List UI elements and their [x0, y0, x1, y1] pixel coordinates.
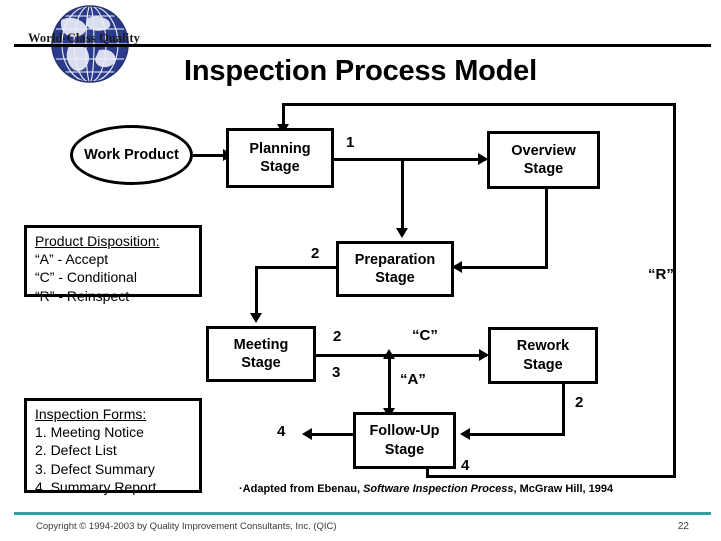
node-work-product[interactable]: Work Product [70, 125, 193, 185]
node-followup-stage[interactable]: Follow-Up Stage [353, 412, 456, 469]
edge-label-conditional: “C” [412, 327, 438, 344]
citation-title: Software Inspection Process [363, 483, 514, 495]
edge-label-accept: “A” [400, 371, 426, 388]
arrowhead-into-preparation-top [396, 228, 408, 238]
edge-meeting-rework [316, 354, 487, 357]
edge-label-rework-out: 2 [575, 394, 584, 411]
node-planning-stage-label: Planning Stage [249, 140, 311, 175]
arrowhead-accept-up [383, 349, 395, 359]
edge-preparation-meeting-drop [255, 266, 258, 318]
edge-rework-followup [468, 433, 565, 436]
edge-planning-preparation-drop [401, 158, 404, 233]
edge-overview-down [545, 188, 548, 269]
edge-workproduct-planning [190, 154, 226, 157]
edge-label-preparation-in: 2 [311, 245, 320, 262]
arrowhead-into-followup-right [460, 428, 470, 440]
edge-accept-vertical [388, 352, 391, 415]
inspection-forms-row-2: 2. Defect List [35, 442, 117, 459]
node-rework-stage-label: Rework Stage [516, 338, 570, 373]
product-disposition-heading: Product Disposition: [35, 233, 160, 249]
node-preparation-stage[interactable]: Preparation Stage [336, 241, 454, 297]
edge-rework-down [562, 383, 565, 436]
inspection-forms-row-3: 3. Defect Summary [35, 460, 155, 477]
edge-planning-overview [334, 158, 486, 161]
node-meeting-stage-label: Meeting Stage [233, 336, 289, 371]
node-planning-stage[interactable]: Planning Stage [226, 128, 334, 188]
edge-preparation-meeting [255, 266, 337, 269]
product-disposition-box: Product Disposition: “A” - Accept “C” - … [24, 225, 202, 304]
product-disposition-row-3: “R” - Reinspect [35, 287, 130, 304]
page-title: Inspection Process Model [184, 55, 537, 87]
node-meeting-stage[interactable]: Meeting Stage [206, 326, 316, 382]
node-followup-stage-label: Follow-Up Stage [369, 423, 440, 458]
inspection-forms-row-1: 1. Meeting Notice [35, 424, 144, 441]
footer-divider [14, 512, 711, 515]
edge-label-reinspect: “R” [648, 266, 674, 283]
header-divider [14, 44, 711, 47]
citation-prefix: ·Adapted from Ebenau, [239, 483, 364, 495]
edge-label-planning-overview: 1 [346, 134, 355, 151]
edge-followup-output [310, 433, 353, 436]
node-work-product-label: Work Product [84, 146, 179, 163]
citation-suffix: , McGraw Hill, 1994 [513, 483, 614, 495]
footer-page-number: 22 [677, 521, 689, 532]
edge-label-meeting-out-bottom: 3 [332, 364, 341, 381]
node-rework-stage[interactable]: Rework Stage [488, 327, 598, 384]
edge-reinspect-rail [673, 103, 676, 475]
arrowhead-into-meeting-top [250, 313, 262, 323]
product-disposition-row-1: “A” - Accept [35, 251, 109, 268]
edge-label-meeting-out-top: 2 [333, 328, 342, 345]
product-disposition-row-2: “C” - Conditional [35, 269, 137, 286]
edge-label-followup-bottom: 4 [461, 457, 470, 474]
inspection-forms-box: Inspection Forms: 1. Meeting Notice 2. D… [24, 398, 202, 495]
slide-canvas: World-Class Quality Inspection Process M… [0, 0, 721, 541]
edge-overview-preparation [460, 266, 548, 269]
node-preparation-stage-label: Preparation Stage [354, 251, 436, 286]
footer-copyright: Copyright © 1994-2003 by Quality Improve… [36, 521, 337, 532]
edge-label-followup-left: 4 [277, 423, 286, 440]
node-overview-stage[interactable]: Overview Stage [487, 131, 600, 189]
inspection-forms-heading: Inspection Forms: [35, 406, 147, 422]
edge-followup-to-rail [426, 475, 676, 478]
source-citation: ·Adapted from Ebenau, Software Inspectio… [239, 483, 613, 495]
arrowhead-followup-output [302, 428, 312, 440]
inspection-forms-row-4: 4. Summary Report [35, 478, 157, 495]
node-overview-stage-label: Overview Stage [511, 142, 576, 177]
edge-reinspect-top [282, 103, 676, 106]
